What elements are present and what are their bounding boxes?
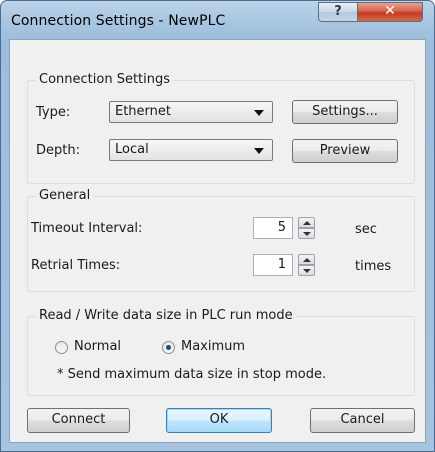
- maximum-radio-label[interactable]: Maximum: [181, 339, 245, 354]
- settings-button[interactable]: Settings...: [292, 100, 398, 124]
- normal-radio[interactable]: [55, 341, 68, 354]
- timeout-unit-label: sec: [355, 222, 377, 237]
- type-value: Ethernet: [115, 104, 171, 119]
- timeout-interval-value: 5: [277, 220, 286, 235]
- spin-down-button[interactable]: [298, 228, 315, 239]
- chevron-down-icon: [254, 148, 264, 154]
- depth-value: Local: [115, 142, 149, 157]
- ok-button[interactable]: OK: [166, 408, 272, 433]
- retrial-unit-label: times: [355, 259, 392, 274]
- help-icon: ?: [334, 4, 342, 19]
- retrial-times-spinner[interactable]: [298, 254, 315, 276]
- type-combobox[interactable]: Ethernet: [109, 101, 273, 123]
- window-title: Connection Settings - NewPLC: [11, 13, 226, 29]
- retrial-times-value: 1: [277, 257, 286, 272]
- timeout-interval-label: Timeout Interval:: [31, 221, 143, 236]
- arrow-up-icon: [303, 221, 311, 225]
- arrow-down-icon: [303, 232, 311, 236]
- type-label: Type:: [36, 105, 71, 120]
- spin-up-button[interactable]: [298, 217, 315, 228]
- chevron-down-icon: [254, 110, 264, 116]
- retrial-times-label: Retrial Times:: [31, 258, 121, 273]
- preview-button[interactable]: Preview: [292, 139, 398, 163]
- read-write-group-label: Read / Write data size in PLC run mode: [36, 308, 296, 323]
- radio-selected-dot: [166, 345, 171, 350]
- spin-up-button[interactable]: [298, 254, 315, 265]
- maximum-radio[interactable]: [162, 341, 175, 354]
- general-group: General Timeout Interval: 5 sec Retrial …: [27, 188, 415, 292]
- close-button[interactable]: ✕: [357, 2, 423, 22]
- cancel-button[interactable]: Cancel: [310, 408, 415, 433]
- timeout-interval-input[interactable]: 5: [253, 217, 293, 239]
- normal-radio-label[interactable]: Normal: [74, 339, 121, 354]
- connection-settings-group-label: Connection Settings: [36, 72, 174, 87]
- depth-combobox[interactable]: Local: [109, 139, 273, 161]
- timeout-interval-spinner[interactable]: [298, 217, 315, 239]
- dialog-body: Connection Settings Type: Ethernet Setti…: [9, 39, 426, 443]
- title-bar[interactable]: Connection Settings - NewPLC ? ✕: [1, 1, 434, 39]
- help-button[interactable]: ?: [318, 2, 358, 22]
- retrial-times-input[interactable]: 1: [253, 254, 293, 276]
- general-group-label: General: [36, 188, 94, 203]
- read-write-group: Read / Write data size in PLC run mode N…: [27, 308, 415, 396]
- connection-settings-group: Connection Settings Type: Ethernet Setti…: [27, 72, 415, 184]
- arrow-down-icon: [303, 269, 311, 273]
- connect-button[interactable]: Connect: [27, 408, 130, 433]
- close-icon: ✕: [384, 3, 396, 19]
- arrow-up-icon: [303, 258, 311, 262]
- dialog-window: Connection Settings - NewPLC ? ✕ Connect…: [0, 0, 435, 452]
- stop-mode-note: * Send maximum data size in stop mode.: [57, 367, 327, 382]
- spin-down-button[interactable]: [298, 265, 315, 276]
- depth-label: Depth:: [36, 143, 80, 158]
